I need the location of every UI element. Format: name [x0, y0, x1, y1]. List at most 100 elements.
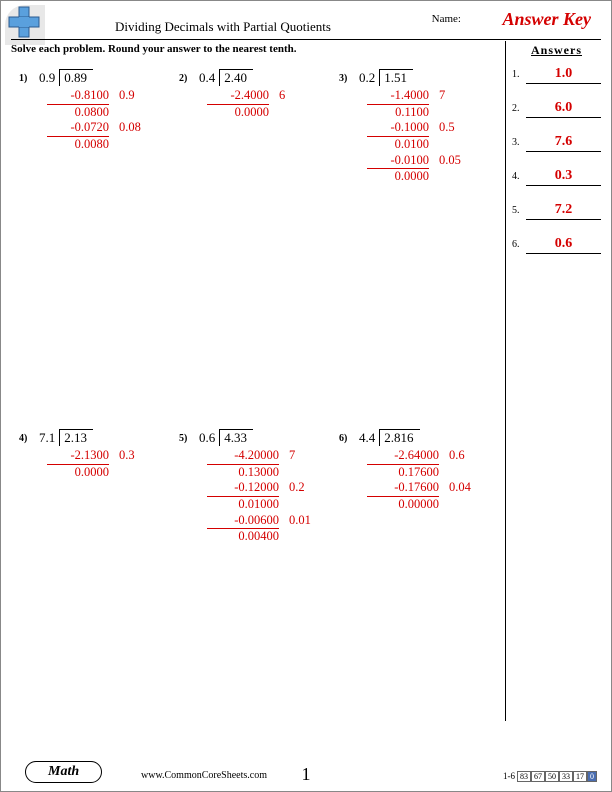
answer-number: 4.: [512, 171, 526, 182]
answer-line: 5.7.2: [512, 202, 601, 220]
answer-line: 4.0.3: [512, 168, 601, 186]
step-value: -0.00600: [203, 513, 279, 529]
step-value: -0.12000: [203, 480, 279, 496]
step-value: -4.20000: [203, 448, 279, 464]
answers-title: Answers: [512, 43, 601, 58]
answer-value: 7.6: [526, 134, 601, 152]
instructions: Solve each problem. Round your answer to…: [11, 43, 297, 55]
work-steps: -4.20000 7 0.13000-0.12000 0.2 0.01000-0.006…: [203, 448, 341, 545]
work-line: -1.4000 7: [363, 88, 501, 104]
step-value: -0.17600: [363, 480, 439, 496]
problem-number: 2): [179, 73, 187, 84]
step-value: -2.64000: [363, 448, 439, 464]
work-steps: -2.400060.0000: [203, 88, 341, 120]
dividend: 2.816: [379, 429, 419, 446]
divisor: 0.6: [199, 430, 219, 446]
work-line: -0.17600 0.04: [363, 480, 501, 496]
name-label: Name:: [432, 13, 461, 25]
score-cell: 67: [531, 771, 545, 782]
problem: 4) 7.12.13 -2.13000.30.0000: [21, 429, 181, 480]
answer-number: 3.: [512, 137, 526, 148]
work-steps: -2.640000.60.17600-0.17600 0.04 0.00000: [363, 448, 501, 513]
worksheet-page: Dividing Decimals with Partial Quotients…: [0, 0, 612, 792]
dividend: 1.51: [379, 69, 413, 86]
answer-value: 0.6: [526, 236, 601, 254]
header-rule: [11, 39, 601, 40]
work-line: 0.1100: [363, 105, 501, 121]
partial-quotient: 0.9: [119, 88, 145, 104]
work-line: -0.81000.9: [43, 88, 181, 104]
dividend: 4.33: [219, 429, 253, 446]
step-value: -1.4000: [363, 88, 429, 104]
answer-line: 2.6.0: [512, 100, 601, 118]
problem-number: 1): [19, 73, 27, 84]
work-line: 0.17600: [363, 465, 501, 481]
answers-column: Answers 1.1.02.6.03.7.64.0.35.7.26.0.6: [505, 41, 601, 721]
division-setup: 0.90.89: [39, 69, 93, 86]
score-cell: 50: [545, 771, 559, 782]
problem-number: 6): [339, 433, 347, 444]
work-line: 0.0080: [43, 137, 181, 153]
work-line: -0.12000 0.2: [203, 480, 341, 496]
answer-line: 6.0.6: [512, 236, 601, 254]
step-value: -0.0100: [363, 153, 429, 169]
score-cell: 33: [559, 771, 573, 782]
problem: 1) 0.90.89 -0.81000.90.0800-0.07200.080.00…: [21, 69, 181, 153]
answer-value: 6.0: [526, 100, 601, 118]
problem-number: 3): [339, 73, 347, 84]
step-value: 0.0000: [363, 169, 429, 185]
work-line: -2.640000.6: [363, 448, 501, 464]
partial-quotient: 0.04: [449, 480, 475, 496]
partial-quotient: 0.5: [439, 120, 465, 136]
work-line: 0.0000: [43, 465, 181, 481]
dividend: 2.13: [59, 429, 93, 446]
source-url: www.CommonCoreSheets.com: [141, 770, 267, 781]
score-cell: 0: [587, 771, 597, 782]
problem: 3)0.21.51-1.400070.1100-0.10000.50.0100-…: [341, 69, 501, 185]
partial-quotient: 7: [439, 88, 465, 104]
work-line: -0.07200.08: [43, 120, 181, 136]
work-line: 0.00000: [363, 497, 501, 513]
work-line: 0.13000: [203, 465, 341, 481]
division-setup: 0.42.40: [199, 69, 253, 86]
division-setup: 4.42.816: [359, 429, 420, 446]
problem-number: 4): [19, 433, 27, 444]
answer-value: 7.2: [526, 202, 601, 220]
work-line: 0.0000: [203, 105, 341, 121]
divisor: 7.1: [39, 430, 59, 446]
step-value: 0.0100: [363, 137, 429, 153]
page-title: Dividing Decimals with Partial Quotients: [115, 19, 331, 35]
answer-key-label: Answer Key: [502, 9, 591, 30]
answer-number: 1.: [512, 69, 526, 80]
problem: 5)0.64.33-4.2000070.13000-0.120000.20.01…: [181, 429, 341, 545]
work-line: 0.0800: [43, 105, 181, 121]
work-line: -4.20000 7: [203, 448, 341, 464]
dividend: 2.40: [219, 69, 253, 86]
division-setup: 0.64.33: [199, 429, 253, 446]
score-range: 1-6: [503, 771, 515, 781]
step-value: 0.01000: [203, 497, 279, 513]
division-setup: 0.21.51: [359, 69, 413, 86]
divisor: 0.2: [359, 70, 379, 86]
footer: Math www.CommonCoreSheets.com 1 1-6 8367…: [11, 757, 601, 785]
step-value: -2.1300: [43, 448, 109, 464]
work-line: -2.13000.3: [43, 448, 181, 464]
page-number: 1: [302, 764, 311, 785]
work-area: 1)0.90.89-0.81000.90.0800-0.07200.080.00…: [11, 59, 499, 741]
step-value: 0.00000: [363, 497, 439, 513]
problem: 6) 4.42.816 -2.640000.60.17600-0.17600 0.04…: [341, 429, 501, 513]
partial-quotient: 0.2: [289, 480, 315, 496]
partial-quotient: 6: [279, 88, 305, 104]
divisor: 0.9: [39, 70, 59, 86]
work-line: 0.00400: [203, 529, 341, 545]
divisor: 0.4: [199, 70, 219, 86]
step-value: 0.0080: [43, 137, 109, 153]
partial-quotient: 0.01: [289, 513, 315, 529]
step-value: 0.13000: [203, 465, 279, 481]
work-line: -0.0100 0.05: [363, 153, 501, 169]
partial-quotient: 0.08: [119, 120, 145, 136]
score-cell: 83: [517, 771, 531, 782]
problem: 2) 0.42.40 -2.400060.0000: [181, 69, 341, 120]
partial-quotient: 0.05: [439, 153, 465, 169]
partial-quotient: 7: [289, 448, 315, 464]
